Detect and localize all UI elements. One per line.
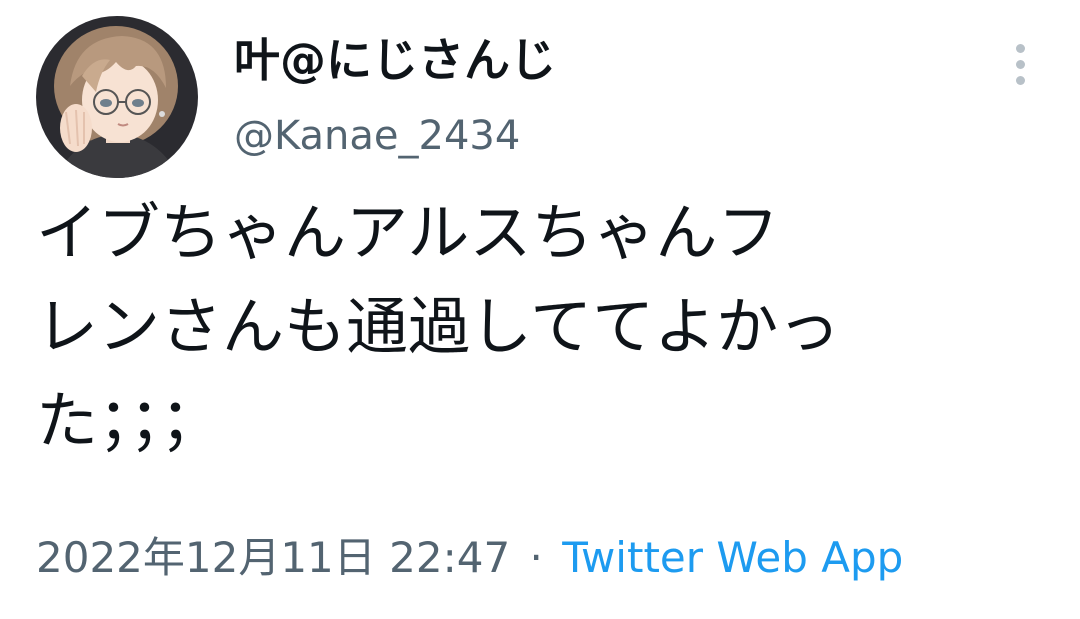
tweet-source-link[interactable]: Twitter Web App: [562, 533, 903, 582]
tweet-text-line: イブちゃんアルスちゃんフ: [36, 196, 780, 269]
tweet-meta: 2022年12月11日 22:47 · Twitter Web App: [36, 528, 903, 588]
menu-dot: [1016, 60, 1025, 69]
author-handle[interactable]: @Kanae_2434: [234, 108, 520, 164]
avatar[interactable]: [36, 16, 198, 178]
avatar-illustration: [36, 16, 198, 178]
tweet-text-line: レンさんも通過しててよかっ: [36, 290, 841, 363]
menu-dot: [1016, 44, 1025, 53]
tweet-text-line: た；；；: [36, 384, 223, 457]
menu-dot: [1016, 76, 1025, 85]
meta-separator: ·: [529, 533, 543, 582]
more-vertical-icon[interactable]: [1004, 40, 1038, 88]
author-display-name[interactable]: 叶@にじさんじ: [234, 30, 556, 90]
tweet-text: イブちゃんアルスちゃんフ レンさんも通過しててよかっ た；；；: [36, 186, 1046, 468]
tweet-timestamp[interactable]: 2022年12月11日 22:47: [36, 533, 510, 582]
tweet-card: 叶@にじさんじ @Kanae_2434 イブちゃんアルスちゃんフ レンさんも通過…: [0, 0, 1080, 619]
